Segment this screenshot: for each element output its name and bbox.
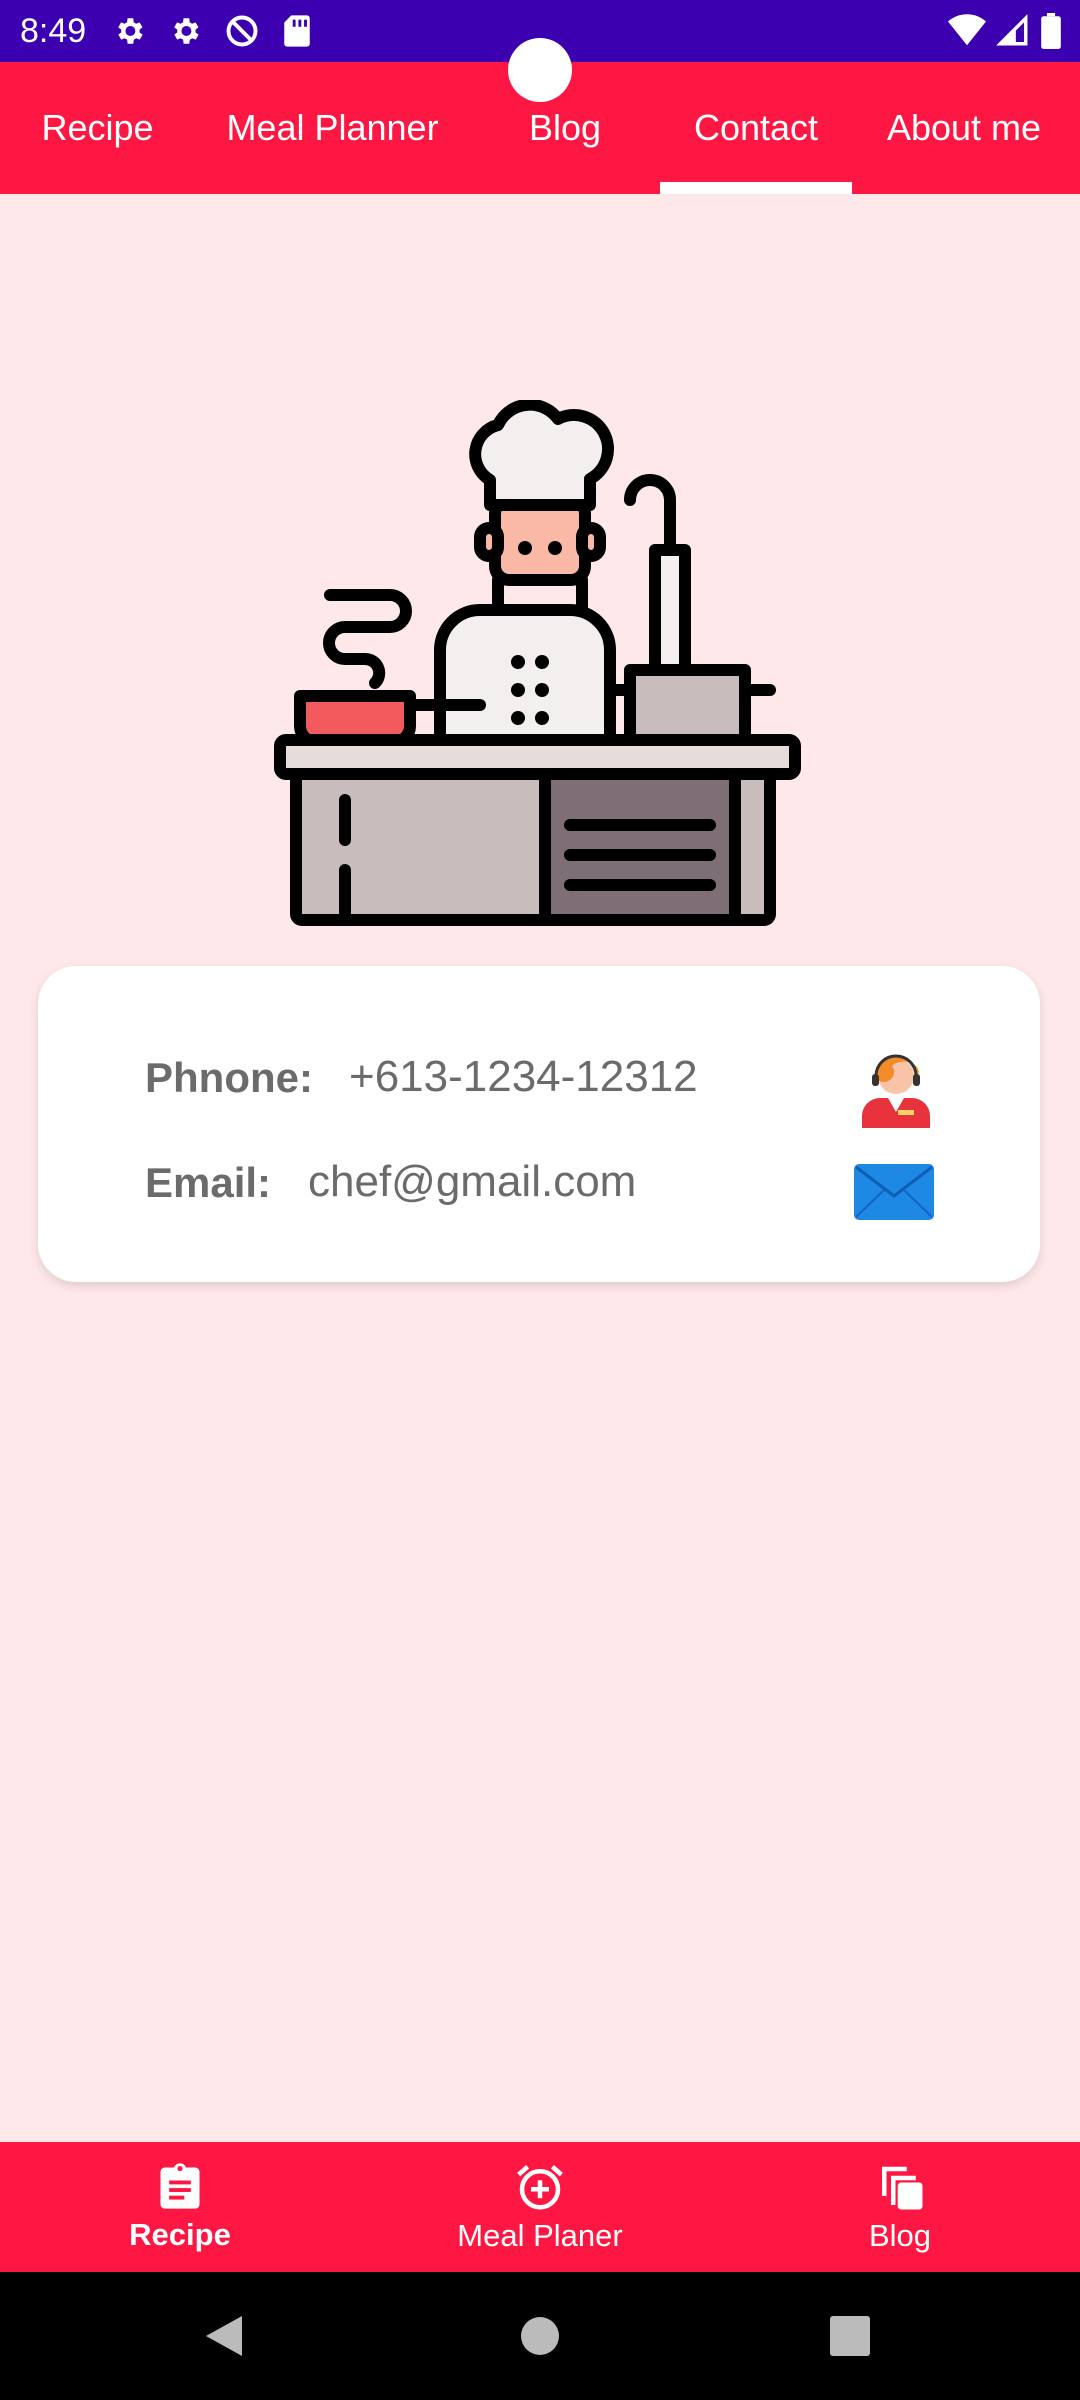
nav-meal-planer[interactable]: Meal Planer [360, 2142, 720, 2272]
back-icon[interactable] [204, 2314, 244, 2358]
alarm-add-icon [517, 2165, 563, 2210]
email-value[interactable]: chef@gmail.com [308, 1157, 636, 1207]
copy-icon [882, 2166, 923, 2210]
tab-selected-indicator [660, 182, 852, 194]
camera-cutout [508, 38, 572, 102]
recents-icon[interactable] [830, 2316, 870, 2356]
tab-recipe[interactable]: Recipe [0, 62, 195, 194]
system-navigation-bar [0, 2272, 1080, 2400]
tab-meal-planner[interactable]: Meal Planner [195, 62, 470, 194]
gear-icon [174, 18, 199, 44]
do-not-disturb-icon [226, 15, 258, 47]
email-label: Email: [145, 1159, 272, 1206]
chef-kitchen-illustration [274, 400, 801, 926]
status-notification-icons [112, 13, 312, 49]
battery-icon [1041, 13, 1061, 49]
gear-icon [118, 18, 143, 44]
support-agent-icon[interactable] [858, 1046, 934, 1128]
phone-label: Phnone: [145, 1054, 313, 1101]
nav-label: Blog [868, 2218, 932, 2253]
tab-contact[interactable]: Contact [660, 62, 852, 194]
envelope-icon[interactable] [854, 1164, 934, 1220]
wifi-icon [948, 14, 986, 46]
phone-value[interactable]: +613-1234-12312 [349, 1052, 698, 1102]
home-icon[interactable] [520, 2316, 560, 2356]
nav-label: Meal Planer [457, 2218, 623, 2253]
bottom-navigation: Recipe Meal Planer Blog [0, 2142, 1080, 2272]
signal-icon [996, 14, 1028, 46]
status-system-icons [948, 13, 1062, 49]
nav-label: Recipe [129, 2217, 231, 2252]
tab-label: Contact [693, 107, 819, 148]
tab-about-me[interactable]: About me [852, 62, 1076, 194]
tab-label: Meal Planner [226, 107, 439, 148]
tab-label: About me [886, 107, 1042, 148]
tab-label: Blog [528, 107, 602, 148]
nav-recipe[interactable]: Recipe [0, 2142, 360, 2272]
nav-blog[interactable]: Blog [720, 2142, 1080, 2272]
status-time: 8:49 [20, 11, 87, 50]
tab-label: Recipe [41, 107, 154, 148]
sd-card-icon [284, 15, 310, 47]
clipboard-icon [160, 2163, 200, 2209]
contact-card: Phnone: +613-1234-12312 Email: chef@gmai… [38, 966, 1040, 1282]
